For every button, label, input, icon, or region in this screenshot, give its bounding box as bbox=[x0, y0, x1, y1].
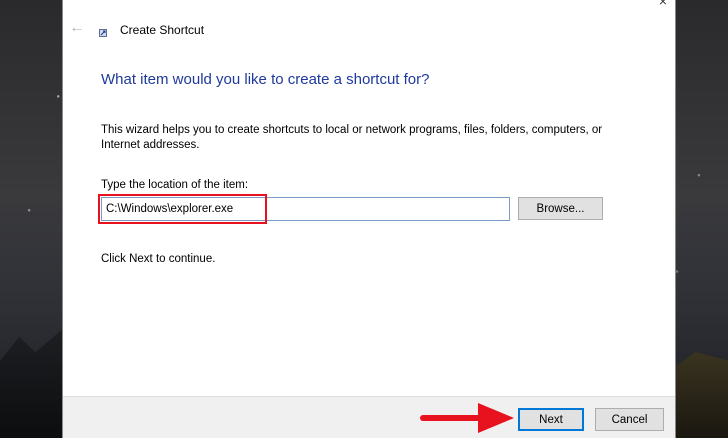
cancel-button[interactable]: Cancel bbox=[595, 408, 664, 431]
wizard-description: This wizard helps you to create shortcut… bbox=[101, 124, 603, 151]
shortcut-icon bbox=[99, 29, 107, 37]
back-arrow-icon[interactable]: ← bbox=[69, 20, 85, 36]
location-label: Type the location of the item: bbox=[101, 179, 249, 191]
browse-button[interactable]: Browse... bbox=[518, 197, 603, 220]
location-input[interactable] bbox=[101, 197, 510, 221]
dialog-titlebar: ← Create Shortcut × bbox=[63, 0, 675, 58]
red-arrow-icon bbox=[420, 403, 514, 433]
create-shortcut-dialog: ← Create Shortcut × What item would you … bbox=[62, 0, 676, 438]
next-button[interactable]: Next bbox=[518, 408, 584, 431]
background-mountain-right bbox=[674, 352, 728, 438]
background-mountain-left bbox=[0, 328, 64, 438]
dialog-title: Create Shortcut bbox=[120, 23, 205, 37]
continue-instruction: Click Next to continue. bbox=[101, 253, 216, 265]
page-heading: What item would you like to create a sho… bbox=[101, 71, 430, 88]
dialog-footer: Next Cancel bbox=[63, 396, 675, 438]
close-icon[interactable]: × bbox=[659, 0, 667, 8]
